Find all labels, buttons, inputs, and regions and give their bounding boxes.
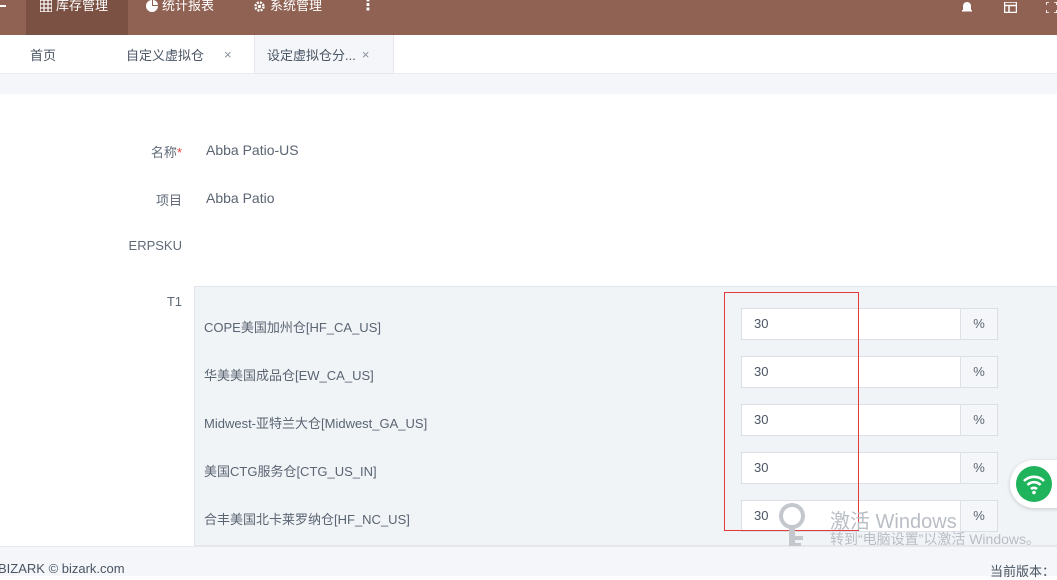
tab-label: 自定义虚拟仓 <box>126 47 205 63</box>
top-navbar: 库存管理 统计报表 系统管理 ⋮ <box>0 0 1057 35</box>
menu-toggle-icon[interactable] <box>0 5 6 7</box>
warehouse-name: COPE美国加州仓[HF_CA_US] <box>204 320 381 335</box>
content-header-band <box>0 74 1057 94</box>
tab-bar: 首页 自定义虚拟仓 × 设定虚拟仓分... × <box>0 35 1057 74</box>
footer-version-label: 当前版本： <box>990 564 1056 579</box>
tab-label: 首页 <box>30 47 57 63</box>
nav-item-inventory[interactable]: 库存管理 <box>26 0 128 35</box>
more-menu-icon[interactable]: ⋮ <box>360 0 376 35</box>
percent-unit: % <box>961 452 998 484</box>
warehouse-row: 华美美国成品仓[EW_CA_US] 30 % <box>195 356 1057 390</box>
t1-label: T1 <box>166 294 182 309</box>
footer-copyright: BIZARK © bizark.com <box>0 561 125 576</box>
allocation-percent-input[interactable]: 30 <box>741 452 961 484</box>
tab-custom-virtual-warehouse[interactable]: 自定义虚拟仓 × <box>126 35 232 73</box>
warehouse-name: 美国CTG服务仓[CTG_US_IN] <box>204 464 377 479</box>
nav-item-reports[interactable]: 统计报表 <box>146 0 214 35</box>
nav-item-label: 系统管理 <box>270 0 323 13</box>
percent-unit: % <box>961 308 998 340</box>
close-icon[interactable]: × <box>224 47 232 62</box>
nav-item-system[interactable]: 系统管理 <box>253 0 322 35</box>
warehouse-name: Midwest-亚特兰大仓[Midwest_GA_US] <box>204 416 428 431</box>
erpsku-label: ERPSKU <box>128 238 182 253</box>
percent-unit: % <box>961 500 998 532</box>
footer: BIZARK © bizark.com 当前版本： <box>0 546 1057 579</box>
required-mark: * <box>176 145 182 160</box>
project-value: Abba Patio <box>206 190 275 206</box>
nav-item-label: 统计报表 <box>162 0 215 13</box>
warehouse-row: Midwest-亚特兰大仓[Midwest_GA_US] 30 % <box>195 404 1057 438</box>
percent-unit: % <box>961 404 998 436</box>
name-label-text: 名称 <box>150 145 177 160</box>
name-value: Abba Patio-US <box>206 142 299 158</box>
tab-set-virtual-warehouse[interactable]: 设定虚拟仓分... × <box>254 35 394 73</box>
warehouse-name: 华美美国成品仓[EW_CA_US] <box>204 368 374 383</box>
wifi-icon <box>1016 466 1052 502</box>
fullscreen-icon[interactable] <box>1045 0 1057 18</box>
allocation-percent-input[interactable]: 30 <box>741 356 961 388</box>
warehouse-name: 合丰美国北卡莱罗纳仓[HF_NC_US] <box>204 512 410 527</box>
layout-icon[interactable] <box>1003 0 1018 18</box>
nav-item-label: 库存管理 <box>56 0 109 13</box>
tab-home[interactable]: 首页 <box>30 35 56 73</box>
network-float-button[interactable] <box>1010 460 1057 508</box>
allocation-percent-input[interactable]: 30 <box>741 404 961 436</box>
warehouse-row: 美国CTG服务仓[CTG_US_IN] 30 % <box>195 452 1057 486</box>
close-icon[interactable]: × <box>362 47 370 62</box>
tab-label: 设定虚拟仓分... <box>267 47 356 63</box>
project-label: 项目 <box>155 193 182 208</box>
pie-chart-icon <box>146 0 158 14</box>
name-label: 名称* <box>0 142 182 161</box>
allocation-percent-input[interactable]: 30 <box>741 308 961 340</box>
bell-icon[interactable] <box>961 0 973 18</box>
percent-unit: % <box>961 356 998 388</box>
gear-icon <box>253 0 266 15</box>
grid-icon <box>39 0 53 14</box>
warehouse-row: COPE美国加州仓[HF_CA_US] 30 % <box>195 308 1057 342</box>
